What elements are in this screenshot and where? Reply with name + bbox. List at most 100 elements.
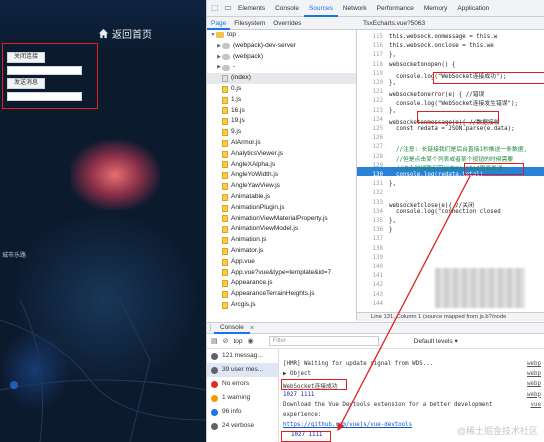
- eye-icon[interactable]: ◉: [248, 337, 254, 345]
- line-number[interactable]: 119: [357, 71, 383, 77]
- blurred-code: [435, 268, 525, 308]
- console-sidebar-item[interactable]: 1 warning: [207, 391, 278, 405]
- tree-item[interactable]: (index): [207, 73, 356, 84]
- tab-elements[interactable]: Elements: [233, 0, 270, 17]
- tree-item[interactable]: AnalyticsViewer.js: [207, 149, 356, 160]
- map-lines: [0, 300, 206, 442]
- line-number[interactable]: 124: [357, 117, 383, 123]
- tree-item[interactable]: 19.js: [207, 116, 356, 127]
- line-number[interactable]: 120: [357, 80, 383, 86]
- line-number[interactable]: 133: [357, 200, 383, 206]
- console-sidebar-item[interactable]: 24 verbose: [207, 419, 278, 433]
- tree-item[interactable]: AnimationViewMaterialProperty.js: [207, 214, 356, 225]
- tree-item[interactable]: 1.js: [207, 95, 356, 106]
- line-number[interactable]: 144: [357, 301, 383, 307]
- tree-item[interactable]: Animation.js: [207, 235, 356, 246]
- tab-sources[interactable]: Sources: [303, 0, 338, 17]
- tree-item[interactable]: ▶ -: [207, 62, 356, 73]
- tree-item[interactable]: ▼ top: [207, 30, 356, 41]
- send-message-button[interactable]: 发送消息: [7, 78, 45, 89]
- home-link[interactable]: 返回首页: [98, 26, 152, 41]
- tab-console-drawer[interactable]: Console: [214, 322, 250, 334]
- close-icon[interactable]: ×: [250, 325, 254, 332]
- editor-file-tab[interactable]: TsxEcharts.vue?5063: [357, 20, 425, 27]
- line-number[interactable]: 116: [357, 43, 383, 49]
- tree-item[interactable]: AnimationViewModel.js: [207, 224, 356, 235]
- line-number[interactable]: 134: [357, 209, 383, 215]
- line-number[interactable]: 128: [357, 154, 383, 160]
- console-source-link[interactable]: vue: [531, 402, 541, 408]
- line-number[interactable]: 132: [357, 190, 383, 196]
- line-number[interactable]: 129: [357, 163, 383, 169]
- log-levels-dropdown[interactable]: Default levels ▾: [414, 337, 458, 345]
- tree-item[interactable]: Animator.js: [207, 246, 356, 257]
- sidebar-toggle-icon[interactable]: ▤: [211, 337, 218, 345]
- console-source-link[interactable]: webp: [527, 361, 541, 367]
- console-source-link[interactable]: webp: [527, 392, 541, 398]
- line-number[interactable]: 118: [357, 62, 383, 68]
- tab-filesystem[interactable]: Filesystem: [230, 17, 269, 30]
- tab-page[interactable]: Page: [207, 17, 231, 30]
- line-number[interactable]: 127: [357, 144, 383, 150]
- tree-item[interactable]: AppearanceTerrainHeights.js: [207, 289, 356, 300]
- clear-console-icon[interactable]: ⊘: [223, 337, 229, 345]
- tree-item[interactable]: 0.js: [207, 84, 356, 95]
- tree-item[interactable]: ▶ (webpack): [207, 52, 356, 63]
- tree-item[interactable]: Arcgis.js: [207, 300, 356, 311]
- line-number[interactable]: 130: [357, 172, 383, 178]
- message-input-2[interactable]: [7, 92, 82, 101]
- editor-tabbar: TsxEcharts.vue?5063: [357, 17, 544, 30]
- line-number[interactable]: 142: [357, 282, 383, 288]
- tree-item[interactable]: Appearance.js: [207, 278, 356, 289]
- console-filter-input[interactable]: Filter: [268, 336, 379, 346]
- tab-memory[interactable]: Memory: [419, 0, 452, 17]
- tree-item[interactable]: AngleXAlpha.js: [207, 160, 356, 171]
- line-number[interactable]: 135: [357, 218, 383, 224]
- tab-console[interactable]: Console: [270, 0, 304, 17]
- close-connection-button[interactable]: 关闭连接: [7, 52, 45, 63]
- console-sidebar-item[interactable]: 121 messag...: [207, 349, 278, 363]
- line-number[interactable]: 126: [357, 135, 383, 141]
- console-source-link[interactable]: webp: [527, 371, 541, 377]
- drawer-tabbar: ⋮ Console ×: [207, 322, 544, 334]
- tree-item[interactable]: Animatable.js: [207, 192, 356, 203]
- line-number[interactable]: 140: [357, 264, 383, 270]
- tree-item[interactable]: 9.js: [207, 127, 356, 138]
- console-source-link[interactable]: webp: [527, 381, 541, 387]
- tab-application[interactable]: Application: [452, 0, 494, 17]
- drawer-menu-icon[interactable]: ⋮: [207, 324, 214, 332]
- tree-item-label: -: [233, 63, 236, 71]
- tab-overrides[interactable]: Overrides: [269, 17, 305, 30]
- console-sidebar-item[interactable]: No errors: [207, 377, 278, 391]
- context-selector[interactable]: top: [234, 338, 243, 345]
- tree-item-label: App.vue: [231, 257, 255, 265]
- line-number[interactable]: 131: [357, 181, 383, 187]
- line-number[interactable]: 143: [357, 292, 383, 298]
- line-number[interactable]: 121: [357, 89, 383, 95]
- tab-performance[interactable]: Performance: [372, 0, 419, 17]
- tree-item[interactable]: AngleYoWidth.js: [207, 170, 356, 181]
- tab-network[interactable]: Network: [338, 0, 372, 17]
- tree-item[interactable]: 16.js: [207, 106, 356, 117]
- line-number[interactable]: 139: [357, 255, 383, 261]
- console-sidebar-item[interactable]: 96 info: [207, 405, 278, 419]
- line-number[interactable]: 115: [357, 34, 383, 40]
- line-number[interactable]: 117: [357, 52, 383, 58]
- line-number[interactable]: 137: [357, 236, 383, 242]
- console-sidebar-item[interactable]: 39 user mes...: [207, 363, 278, 377]
- device-toolbar-icon[interactable]: ▭: [223, 3, 233, 13]
- line-number[interactable]: 122: [357, 98, 383, 104]
- line-number[interactable]: 136: [357, 227, 383, 233]
- tree-item[interactable]: AngleYawView.js: [207, 181, 356, 192]
- tree-item[interactable]: AnimationPlugin.js: [207, 203, 356, 214]
- tree-item[interactable]: ▶ (webpack)-dev-server: [207, 41, 356, 52]
- line-number[interactable]: 125: [357, 126, 383, 132]
- inspect-icon[interactable]: ⬚: [210, 3, 220, 13]
- line-number[interactable]: 138: [357, 246, 383, 252]
- tree-item[interactable]: App.vue?vue&type=template&id=7: [207, 268, 356, 279]
- message-input-1[interactable]: [7, 66, 82, 75]
- line-number[interactable]: 123: [357, 108, 383, 114]
- line-number[interactable]: 141: [357, 273, 383, 279]
- tree-item[interactable]: AlArmor.js: [207, 138, 356, 149]
- tree-item[interactable]: App.vue: [207, 257, 356, 268]
